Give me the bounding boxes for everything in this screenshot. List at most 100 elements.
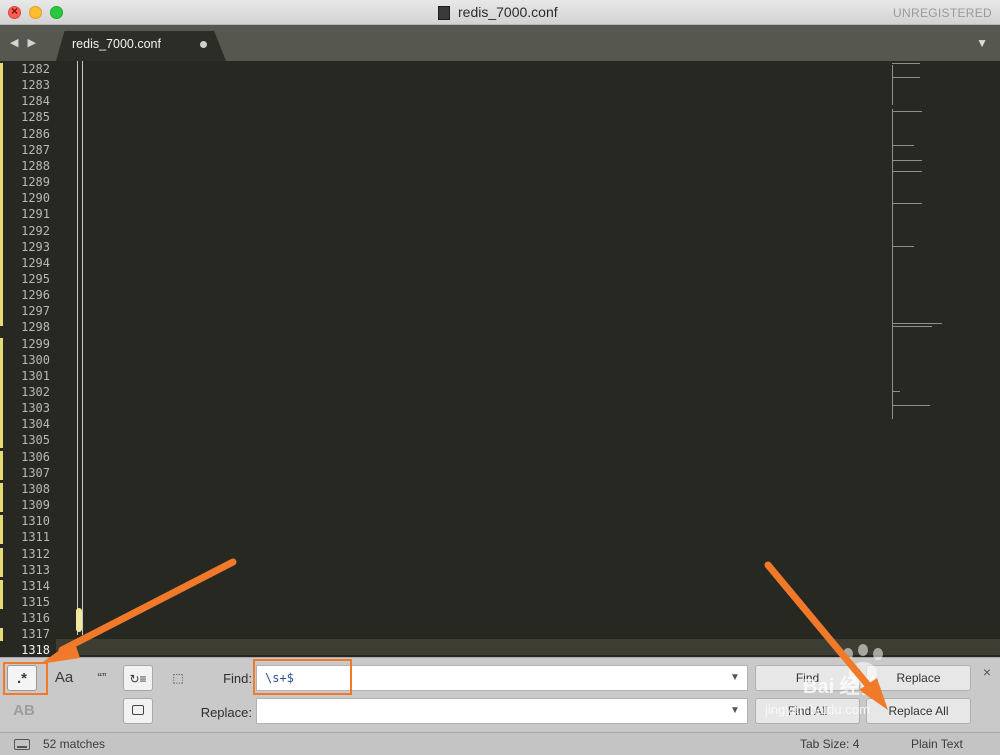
line-number: 1286	[21, 126, 50, 141]
minimap-line	[892, 246, 914, 247]
text-cursor	[76, 608, 82, 632]
preserve-case-toggle-button[interactable]: AB	[9, 698, 39, 724]
line-number: 1295	[21, 271, 50, 286]
line-number: 1316	[21, 611, 50, 626]
modified-line-marker	[0, 515, 3, 545]
minimap-line	[892, 160, 922, 161]
highlight-box-icon	[132, 705, 144, 715]
replace-input[interactable]	[256, 698, 748, 724]
indent-guide	[82, 61, 83, 635]
window-title: redis_7000.conf	[458, 4, 558, 20]
minimap-indent	[892, 323, 893, 393]
panel-toggle-icon[interactable]	[14, 739, 30, 750]
line-number: 1305	[21, 433, 50, 448]
status-bar: 52 matches Tab Size: 4 Plain Text	[0, 732, 1000, 755]
line-number: 1318	[21, 643, 50, 657]
minimap-line	[892, 63, 920, 64]
line-number: 1299	[21, 336, 50, 351]
line-number: 1303	[21, 401, 50, 416]
line-number: 1289	[21, 175, 50, 190]
minimap-indent	[892, 246, 893, 326]
tab-label[interactable]: redis_7000.conf	[72, 37, 161, 51]
line-number: 1301	[21, 368, 50, 383]
line-number: 1284	[21, 94, 50, 109]
minimap-line	[892, 326, 932, 327]
minimap-line	[892, 391, 900, 392]
window-maximize-button[interactable]	[50, 6, 63, 19]
line-number: 1297	[21, 304, 50, 319]
line-number: 1317	[21, 627, 50, 642]
line-number: 1294	[21, 255, 50, 270]
line-number: 1314	[21, 578, 50, 593]
minimap-line	[892, 171, 922, 172]
line-number: 1313	[21, 562, 50, 577]
window-close-button[interactable]	[8, 4, 21, 19]
unsaved-dot-icon[interactable]	[200, 41, 207, 48]
line-number: 1298	[21, 320, 50, 335]
find-history-dropdown-icon[interactable]: ▼	[730, 672, 740, 683]
modified-line-marker	[0, 628, 3, 642]
annotation-highlight-find	[253, 659, 352, 695]
line-number: 1288	[21, 158, 50, 173]
line-number: 1307	[21, 465, 50, 480]
line-number: 1306	[21, 449, 50, 464]
line-number: 1285	[21, 110, 50, 125]
window-minimize-button[interactable]	[29, 6, 42, 19]
line-number: 1282	[21, 62, 50, 76]
line-number: 1296	[21, 288, 50, 303]
line-number: 1304	[21, 417, 50, 432]
syntax-selector[interactable]: Plain Text	[911, 737, 963, 751]
line-number: 1312	[21, 546, 50, 561]
minimap-line	[892, 111, 922, 112]
line-number: 1310	[21, 514, 50, 529]
watermark-url: jingyan.baidu.com	[765, 702, 870, 717]
close-find-panel-icon[interactable]: ×	[983, 664, 991, 680]
minimap-line	[892, 145, 914, 146]
tab-menu-icon[interactable]: ▼	[976, 36, 988, 50]
line-number: 1308	[21, 481, 50, 496]
line-number: 1300	[21, 352, 50, 367]
minimap-line	[892, 323, 942, 324]
in-selection-toggle-button[interactable]: ⬚	[163, 665, 193, 691]
watermark-brand: Bai 经验	[803, 676, 880, 698]
minimap-line	[892, 405, 930, 406]
modified-line-marker	[0, 482, 3, 513]
baidu-watermark: Bai 经验 jingyan.baidu.com	[765, 640, 975, 730]
registration-status: UNREGISTERED	[893, 6, 992, 20]
modified-line-marker	[0, 63, 3, 327]
annotation-highlight-regex	[3, 662, 48, 695]
match-count: 52 matches	[43, 737, 106, 751]
wrap-toggle-button[interactable]: ↻≡	[123, 665, 153, 691]
line-number: 1315	[21, 594, 50, 609]
line-number: 1293	[21, 239, 50, 254]
replace-history-dropdown-icon[interactable]: ▼	[730, 705, 740, 716]
line-number: 1287	[21, 142, 50, 157]
editor-area[interactable]: 1282 1283 1284 1285 1286 1287 1288 1289 1290 1291…	[0, 61, 1000, 657]
indent-guide	[77, 61, 78, 635]
minimap[interactable]	[888, 61, 948, 421]
line-number: 1311	[21, 530, 50, 545]
minimap-indent	[892, 65, 893, 105]
line-number: 1309	[21, 498, 50, 513]
line-number: 1291	[21, 207, 50, 222]
minimap-indent	[892, 391, 893, 419]
modified-line-marker	[0, 450, 3, 480]
minimap-indent	[892, 109, 893, 149]
case-sensitive-toggle-button[interactable]: Aa	[49, 665, 79, 691]
tab-nav-arrows-icon[interactable]: ◀ ▶	[10, 36, 39, 49]
whole-word-toggle-button[interactable]: “”	[87, 665, 117, 691]
title-bar: redis_7000.conf UNREGISTERED	[0, 0, 1000, 25]
find-label: Find:	[223, 671, 252, 686]
modified-line-marker	[0, 418, 3, 448]
line-number: 1283	[21, 78, 50, 93]
document-icon	[438, 6, 450, 20]
minimap-line	[892, 77, 920, 78]
replace-label: Replace:	[200, 705, 252, 720]
line-number: 1290	[21, 191, 50, 206]
modified-line-marker	[0, 579, 3, 610]
modified-line-marker	[0, 547, 3, 577]
line-number: 1292	[21, 223, 50, 238]
line-number-gutter: 1282 1283 1284 1285 1286 1287 1288 1289 1290 1291…	[0, 61, 56, 657]
tab-size-selector[interactable]: Tab Size: 4	[800, 737, 859, 751]
highlight-matches-toggle-button[interactable]	[123, 698, 153, 724]
